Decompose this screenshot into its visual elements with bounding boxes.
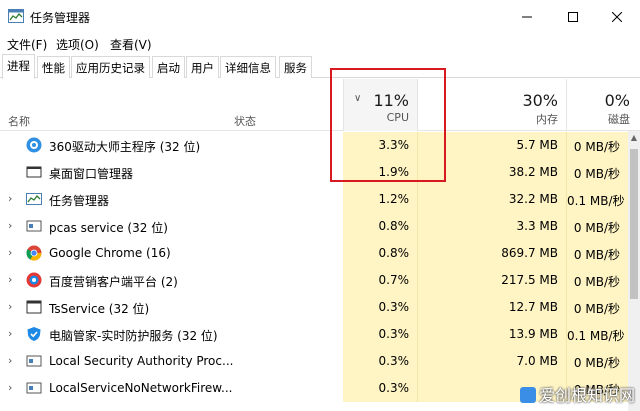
scroll-up-arrow-icon[interactable]: ▲ (628, 133, 640, 142)
service-icon (26, 220, 42, 232)
shield-icon (27, 327, 41, 341)
process-name: 桌面窗口管理器 (49, 167, 134, 181)
process-memory: 12.7 MB (417, 294, 566, 321)
process-name: 任务管理器 (49, 194, 110, 208)
process-memory: 217.5 MB (417, 267, 566, 294)
tab-app-history[interactable]: 应用历史记录 (71, 56, 150, 78)
process-disk: 0 MB/秒 (566, 294, 628, 321)
table-row[interactable]: › TsService (32 位) 0.3% 12.7 MB 0 MB/秒 (0, 294, 628, 321)
tab-bar: 进程 性能 应用历史记录 启动 用户 详细信息 服务 (0, 54, 640, 79)
tab-processes[interactable]: 进程 (2, 54, 35, 79)
360-driver-icon (26, 137, 42, 153)
process-cpu: 0.3% (343, 348, 417, 375)
process-cpu: 0.3% (343, 375, 417, 402)
menu-view[interactable]: 查看(V) (110, 36, 152, 53)
menu-bar: 文件(F) 选项(O) 查看(V) (0, 34, 640, 54)
process-name: 电脑管家-实时防护服务 (32 位) (49, 329, 218, 343)
task-manager-icon (26, 193, 42, 205)
expand-chevron-icon[interactable]: › (8, 327, 12, 340)
tab-services[interactable]: 服务 (279, 56, 312, 78)
process-name: 百度营销客户端平台 (2) (49, 275, 178, 289)
close-icon (612, 12, 622, 22)
tab-startup[interactable]: 启动 (152, 56, 185, 78)
tab-details[interactable]: 详细信息 (220, 56, 276, 78)
process-cpu: 0.3% (343, 294, 417, 321)
minimize-button[interactable] (504, 0, 550, 34)
watermark: 爱创根知识网 (520, 382, 635, 406)
tab-performance[interactable]: 性能 (37, 56, 70, 78)
baidu-marketing-icon (26, 272, 42, 288)
expand-chevron-icon[interactable]: › (8, 246, 12, 259)
expand-chevron-icon[interactable]: › (8, 219, 12, 232)
close-button[interactable] (594, 0, 640, 34)
process-disk: 0 MB/秒 (566, 240, 628, 267)
table-row[interactable]: › pcas service (32 位) 0.8% 3.3 MB 0 MB/秒 (0, 213, 628, 240)
window-title: 任务管理器 (30, 11, 91, 25)
column-disk[interactable]: 0% 磁盘 (566, 79, 640, 131)
table-row[interactable]: 360驱动大师主程序 (32 位) 3.3% 5.7 MB 0 MB/秒 (0, 132, 628, 159)
column-header: 名称 状态 ∨ 11% CPU 30% 内存 0% 磁盘 (0, 79, 640, 131)
process-cpu: 0.7% (343, 267, 417, 294)
disk-total: 0% (604, 91, 630, 110)
column-name[interactable]: 名称 (8, 113, 30, 129)
process-cpu: 0.3% (343, 321, 417, 348)
table-row[interactable]: › Google Chrome (16) 0.8% 869.7 MB 0 MB/… (0, 240, 628, 267)
process-disk: 0 MB/秒 (566, 213, 628, 240)
table-row[interactable]: › Local Security Authority Proc... 0.3% … (0, 348, 628, 375)
scroll-thumb[interactable] (630, 149, 638, 299)
expand-chevron-icon[interactable]: › (8, 192, 12, 205)
table-row[interactable]: › 任务管理器 1.2% 32.2 MB 0.1 MB/秒 (0, 186, 628, 213)
watermark-logo-icon (520, 387, 536, 403)
process-name: LocalServiceNoNetworkFirew... (49, 381, 233, 395)
process-name: Local Security Authority Proc... (49, 354, 234, 368)
expand-chevron-icon[interactable]: › (8, 354, 12, 367)
tab-users[interactable]: 用户 (186, 56, 219, 78)
process-cpu: 0.8% (343, 213, 417, 240)
disk-label: 磁盘 (608, 113, 630, 126)
process-name: TsService (32 位) (49, 302, 150, 316)
process-cpu: 1.2% (343, 186, 417, 213)
process-disk: 0.1 MB/秒 (566, 321, 628, 348)
maximize-button[interactable] (550, 0, 596, 34)
title-bar: 任务管理器 (0, 0, 640, 34)
service-icon (26, 382, 42, 394)
process-cpu: 0.8% (343, 240, 417, 267)
process-memory: 7.0 MB (417, 348, 566, 375)
process-name: Google Chrome (16) (49, 246, 171, 260)
maximize-icon (568, 12, 578, 22)
process-disk: 0 MB/秒 (566, 267, 628, 294)
process-memory: 32.2 MB (417, 186, 566, 213)
process-name: 360驱动大师主程序 (32 位) (49, 140, 201, 154)
table-row[interactable]: › 电脑管家-实时防护服务 (32 位) 0.3% 13.9 MB 0.1 MB… (0, 321, 628, 348)
vertical-scrollbar[interactable]: ▲ (628, 131, 640, 411)
process-memory: 3.3 MB (417, 213, 566, 240)
chrome-icon (26, 245, 42, 261)
menu-file[interactable]: 文件(F) (7, 36, 47, 53)
process-disk: 0 MB/秒 (566, 159, 628, 186)
memory-total: 30% (522, 91, 558, 110)
service-icon (26, 355, 42, 367)
process-memory: 13.9 MB (417, 321, 566, 348)
watermark-text: 爱创根知识网 (539, 386, 636, 405)
table-row[interactable]: 桌面窗口管理器 1.9% 38.2 MB 0 MB/秒 (0, 159, 628, 186)
process-memory: 869.7 MB (417, 240, 566, 267)
expand-chevron-icon[interactable]: › (8, 273, 12, 286)
cpu-highlight-box (330, 68, 446, 182)
process-list: 360驱动大师主程序 (32 位) 3.3% 5.7 MB 0 MB/秒 桌面窗… (0, 131, 640, 411)
expand-chevron-icon[interactable]: › (8, 300, 12, 313)
process-disk: 0.1 MB/秒 (566, 186, 628, 213)
table-row[interactable]: › 百度营销客户端平台 (2) 0.7% 217.5 MB 0 MB/秒 (0, 267, 628, 294)
app-window-icon (26, 300, 42, 314)
process-disk: 0 MB/秒 (566, 348, 628, 375)
process-disk: 0 MB/秒 (566, 132, 628, 159)
column-status[interactable]: 状态 (234, 113, 256, 129)
task-manager-icon (8, 9, 24, 23)
process-name: pcas service (32 位) (49, 221, 168, 235)
window-icon (26, 166, 42, 178)
menu-options[interactable]: 选项(O) (56, 36, 99, 53)
expand-chevron-icon[interactable]: › (8, 381, 12, 394)
memory-label: 内存 (536, 113, 558, 126)
minimize-icon (522, 16, 532, 18)
